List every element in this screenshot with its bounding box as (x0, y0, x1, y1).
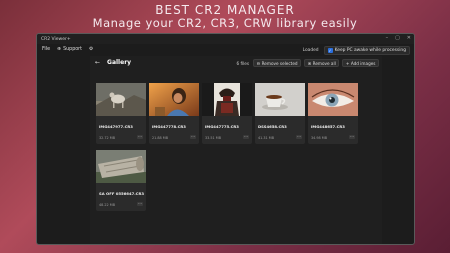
app-window: CR2 Viewer+ – ▢ ✕ File ⊕ Support ⚙ Loade… (36, 33, 415, 245)
remove-selected-label: Remove selected (261, 60, 298, 66)
more-options-icon[interactable]: ··· (137, 135, 143, 139)
file-name: IMG447775.CR3 (205, 124, 239, 129)
settings-icon[interactable]: ⚙ (89, 47, 93, 52)
file-size: 33.51 MB (205, 136, 222, 140)
checkbox-checked-icon[interactable]: ✓ (327, 48, 333, 53)
gallery-card[interactable]: DSS4658.CR3 41.31 MB ··· (255, 83, 305, 144)
maximize-icon[interactable]: ▢ (395, 35, 400, 41)
keep-awake-toggle[interactable]: ✓ Keep PC awake while processing (323, 46, 410, 55)
more-options-icon[interactable]: ··· (243, 135, 249, 139)
add-images-label: Add images (350, 60, 376, 66)
file-size: 41.31 MB (258, 136, 275, 140)
file-size: 32.72 MB (99, 136, 116, 140)
gallery-card[interactable]: IMG447977.CR3 32.72 MB ··· (96, 83, 146, 144)
more-options-icon[interactable]: ··· (349, 135, 355, 139)
back-arrow-icon[interactable]: ← (95, 59, 100, 66)
app-title: CR2 Viewer+ (41, 36, 71, 42)
add-images-button[interactable]: + Add images (342, 59, 379, 67)
trash-icon: ⊗ (307, 60, 312, 66)
image-thumbnail[interactable] (202, 83, 252, 116)
gallery-toolbar: ← Gallery 6 files ⊖ Remove selected ⊗ Re… (90, 56, 382, 69)
gallery-card[interactable]: IMG448657.CR3 34.98 MB ··· (308, 83, 358, 144)
image-thumbnail[interactable] (255, 83, 305, 116)
gallery-card[interactable]: IMG447778.CR3 21.88 MB ··· (149, 83, 199, 144)
file-name: IMG448657.CR3 (311, 124, 345, 129)
remove-icon: ⊖ (256, 60, 261, 66)
menu-support-label: Support (63, 47, 83, 52)
plus-icon: + (345, 60, 350, 66)
image-thumbnail[interactable] (96, 83, 146, 116)
close-icon[interactable]: ✕ (407, 35, 411, 41)
more-options-icon[interactable]: ··· (190, 135, 196, 139)
keep-awake-label: Keep PC awake while processing (334, 48, 406, 53)
file-name: DSS4658.CR3 (258, 124, 287, 129)
title-bar: CR2 Viewer+ – ▢ ✕ (37, 34, 414, 44)
remove-all-button[interactable]: ⊗ Remove all (304, 59, 340, 67)
image-thumbnail[interactable] (308, 83, 358, 116)
more-options-icon[interactable]: ··· (296, 135, 302, 139)
file-size: 21.88 MB (152, 136, 169, 140)
menu-support[interactable]: ⊕ Support (57, 47, 82, 52)
promo-header: BEST CR2 MANAGER Manage your CR2, CR3, C… (0, 4, 450, 30)
status-loaded: Loaded (302, 48, 319, 53)
remove-all-label: Remove all (312, 60, 336, 66)
image-thumbnail[interactable] (96, 150, 146, 183)
file-name: IMG447778.CR3 (152, 124, 186, 129)
file-name: SA OFF 0556647.CR3 (99, 191, 145, 196)
gallery-panel: ← Gallery 6 files ⊖ Remove selected ⊗ Re… (90, 56, 382, 244)
more-options-icon[interactable]: ··· (137, 202, 143, 206)
file-name: IMG447977.CR3 (99, 124, 133, 129)
menu-file[interactable]: File (42, 47, 50, 52)
gallery-card[interactable]: SA OFF 0556647.CR3 48.22 MB ··· (96, 150, 146, 211)
support-icon: ⊕ (57, 47, 62, 52)
gallery-title: Gallery (107, 59, 132, 66)
file-count: 6 files (236, 60, 250, 66)
gallery-card[interactable]: IMG447775.CR3 33.51 MB ··· (202, 83, 252, 144)
file-size: 34.98 MB (311, 136, 328, 140)
remove-selected-button[interactable]: ⊖ Remove selected (253, 59, 302, 67)
minimize-icon[interactable]: – (386, 35, 389, 41)
menu-bar: File ⊕ Support ⚙ Loaded ✓ Keep PC awake … (37, 44, 414, 55)
image-thumbnail[interactable] (149, 83, 199, 116)
promo-subline: Manage your CR2, CR3, CRW library easily (92, 16, 358, 30)
file-size: 48.22 MB (99, 203, 116, 207)
